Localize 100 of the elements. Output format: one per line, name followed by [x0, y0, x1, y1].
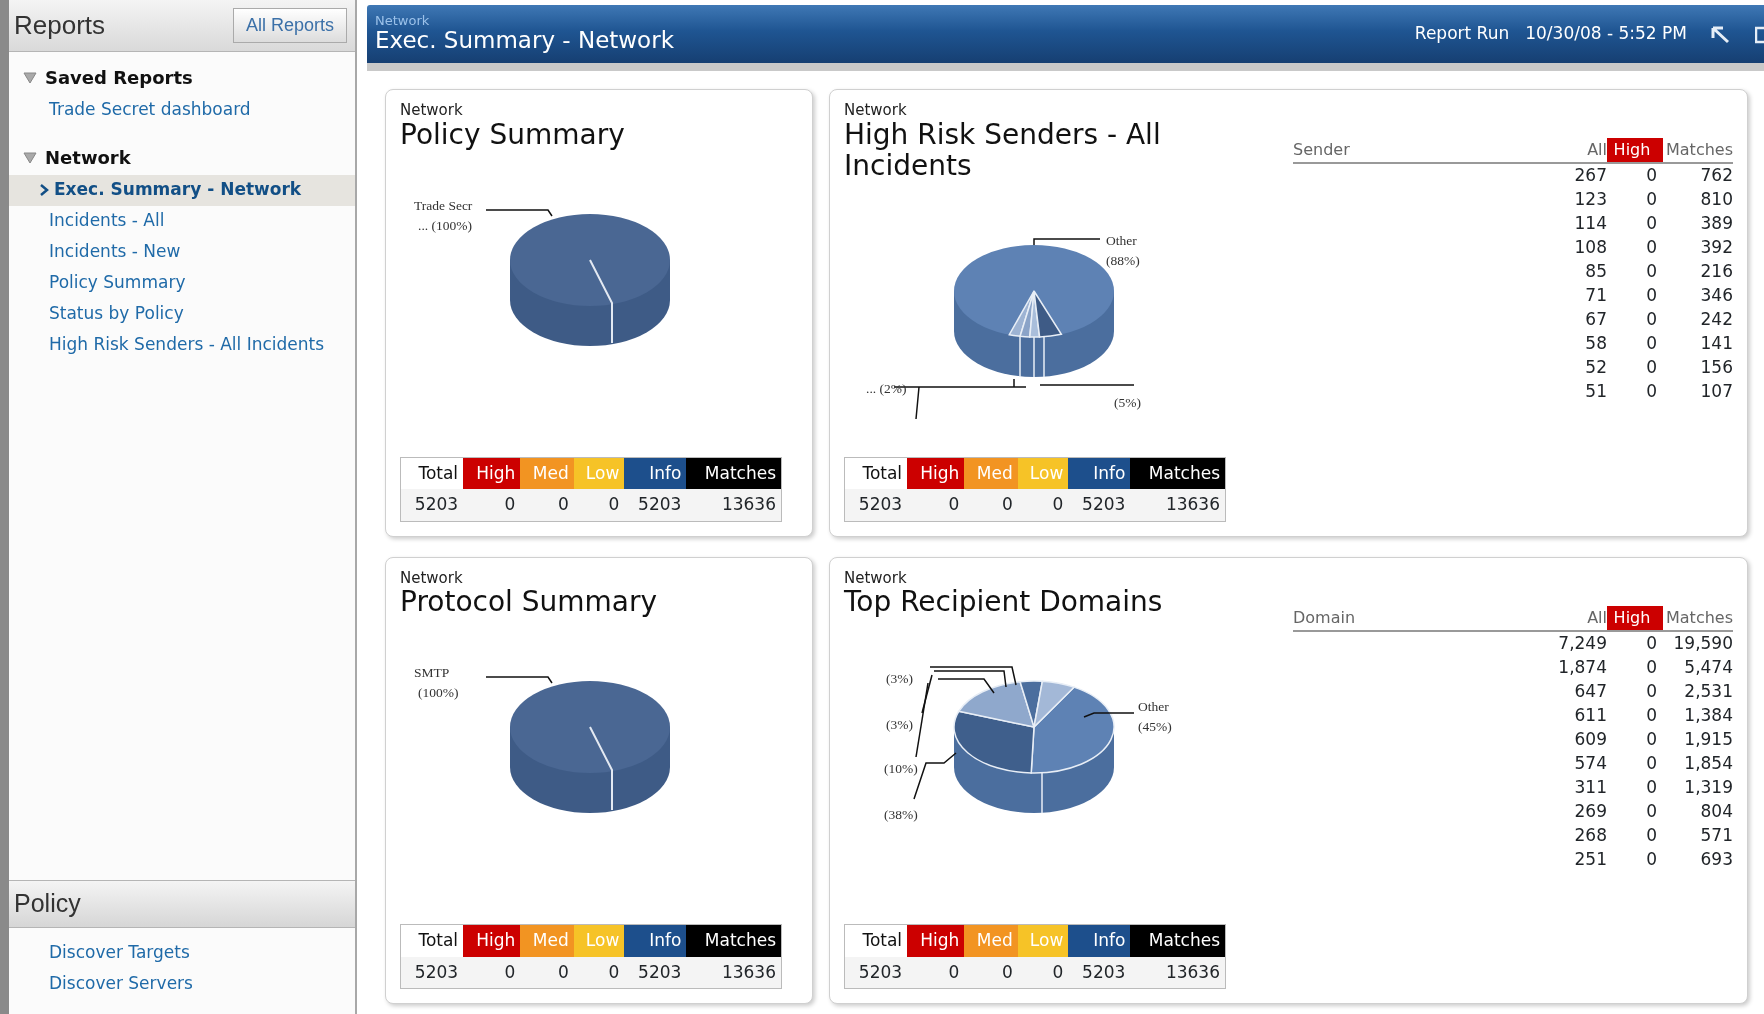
table-cell-text: 141 [1699, 332, 1733, 356]
column-header: High [1607, 605, 1663, 630]
severity-header: Info [624, 924, 687, 957]
table-cell-text: 810 [1699, 188, 1733, 212]
table-cell-text: 0 [1645, 284, 1658, 308]
column-header: Domain [1293, 606, 1357, 629]
table-cell: 0 [1017, 489, 1069, 521]
table-cell-text: 392 [1699, 236, 1733, 260]
pie-label: Other [1106, 232, 1137, 251]
sidebar-title: Reports [14, 9, 106, 42]
table-cell: 5203 [1068, 956, 1131, 989]
table-cell: 13636 [686, 956, 782, 989]
severity-header: High [463, 924, 521, 957]
severity-header: Low [1017, 924, 1069, 957]
pie-label: (45%) [1138, 718, 1172, 737]
tree-item[interactable]: Discover Servers [9, 969, 355, 1000]
severity-header: Total [844, 457, 908, 489]
severity-header: Matches [1130, 457, 1226, 489]
card-category: Network [400, 569, 464, 586]
table-cell-text: 71 [1584, 284, 1607, 308]
leader-line [1033, 238, 1101, 246]
severity-header: High [463, 457, 521, 489]
table-cell-text: 269 [1573, 799, 1607, 823]
table-cell-text: 0 [1645, 703, 1658, 727]
column-header: High [1607, 138, 1663, 162]
tree-item[interactable]: Incidents - New [9, 237, 355, 268]
table-cell-text: 0 [1645, 188, 1658, 212]
report-category: Network [375, 14, 431, 28]
table-cell-text: 0 [1645, 823, 1658, 847]
table-cell: 0 [463, 956, 521, 989]
table-cell-text: 114 [1573, 212, 1607, 236]
pie-label: Other [1138, 698, 1169, 717]
table-cell: 13636 [1130, 489, 1226, 521]
pie-label: (5%) [1114, 394, 1141, 413]
table-cell-text: 0 [1645, 212, 1658, 236]
table-cell-text: 0 [1645, 727, 1658, 751]
tree-item[interactable]: Discover Targets [9, 938, 355, 969]
tree-item[interactable]: Exec. Summary - Network [9, 175, 355, 206]
table-cell-text: 0 [1645, 679, 1658, 703]
column-header: Matches [1665, 139, 1733, 161]
all-reports-button[interactable]: All Reports [232, 8, 347, 43]
section-title: Policy [9, 880, 355, 928]
table-cell-text: 389 [1699, 212, 1733, 236]
table-cell-text: 647 [1573, 679, 1607, 703]
card-title: Policy Summary [400, 118, 626, 150]
tree-group[interactable]: Network [9, 136, 355, 175]
table-cell-text: 7,249 [1557, 631, 1607, 655]
table-cell-text: 0 [1645, 308, 1658, 332]
column-header: Sender [1293, 139, 1351, 161]
tree-item[interactable]: Status by Policy [9, 299, 355, 330]
table-cell: 5203 [624, 956, 687, 989]
table-cell-text: 804 [1699, 799, 1733, 823]
table-cell: 0 [573, 489, 625, 521]
pie-label: (3%) [886, 670, 913, 689]
severity-header: Low [1017, 457, 1069, 489]
severity-header: Matches [686, 457, 782, 489]
table-cell: 13636 [686, 489, 782, 521]
column-header: Matches [1665, 606, 1733, 629]
table-cell: 5203 [1068, 489, 1131, 521]
table-cell-text: 1,384 [1683, 703, 1733, 727]
table-cell: 0 [463, 489, 521, 521]
arrow-icon [1711, 25, 1731, 44]
tree-item[interactable]: Policy Summary [9, 268, 355, 299]
table-cell-text: 267 [1573, 164, 1607, 188]
table-cell: 5203 [400, 956, 464, 989]
table-cell-text: 52 [1584, 356, 1607, 380]
report-run-time: 10/30/08 - 5:52 PM [1525, 22, 1687, 46]
table-cell: 5203 [624, 489, 687, 521]
table-cell-text: 85 [1584, 260, 1607, 284]
tree-item[interactable]: High Risk Senders - All Incidents [9, 330, 355, 361]
severity-header: Med [964, 457, 1018, 489]
table-cell: 0 [1017, 956, 1069, 989]
card-title: High Risk Senders - All Incidents [844, 118, 1162, 182]
table-cell: 5203 [844, 489, 908, 521]
leader-line [485, 209, 553, 217]
table-cell-text: 571 [1699, 823, 1733, 847]
severity-header: Info [1068, 457, 1131, 489]
tree-item[interactable]: Trade Secret dashboard [9, 95, 355, 126]
pie-label: Trade Secr [414, 196, 473, 215]
severity-header: Total [400, 924, 464, 957]
table-cell-text: 107 [1699, 380, 1733, 404]
severity-header: Med [520, 924, 574, 957]
table-cell-text: 762 [1699, 164, 1733, 188]
tree-item[interactable]: Incidents - All [9, 206, 355, 237]
tree-group[interactable]: Saved Reports [9, 56, 355, 95]
table-cell-text: 0 [1645, 775, 1658, 799]
table-cell-text: 251 [1573, 847, 1607, 871]
slice-edge [1019, 336, 1045, 378]
table-cell-text: 2,531 [1683, 679, 1733, 703]
report-title: Exec. Summary - Network [375, 27, 674, 54]
table-cell-text: 346 [1699, 284, 1733, 308]
card-title: Protocol Summary [400, 586, 659, 618]
pie-label: SMTP [414, 664, 450, 683]
table-cell-text: 123 [1573, 188, 1607, 212]
table-cell-text: 609 [1573, 727, 1607, 751]
leader-line [485, 676, 553, 685]
card-category: Network [844, 569, 908, 586]
severity-header: Info [1068, 924, 1131, 957]
window-icon [1755, 24, 1764, 45]
leader-line [1083, 712, 1135, 719]
